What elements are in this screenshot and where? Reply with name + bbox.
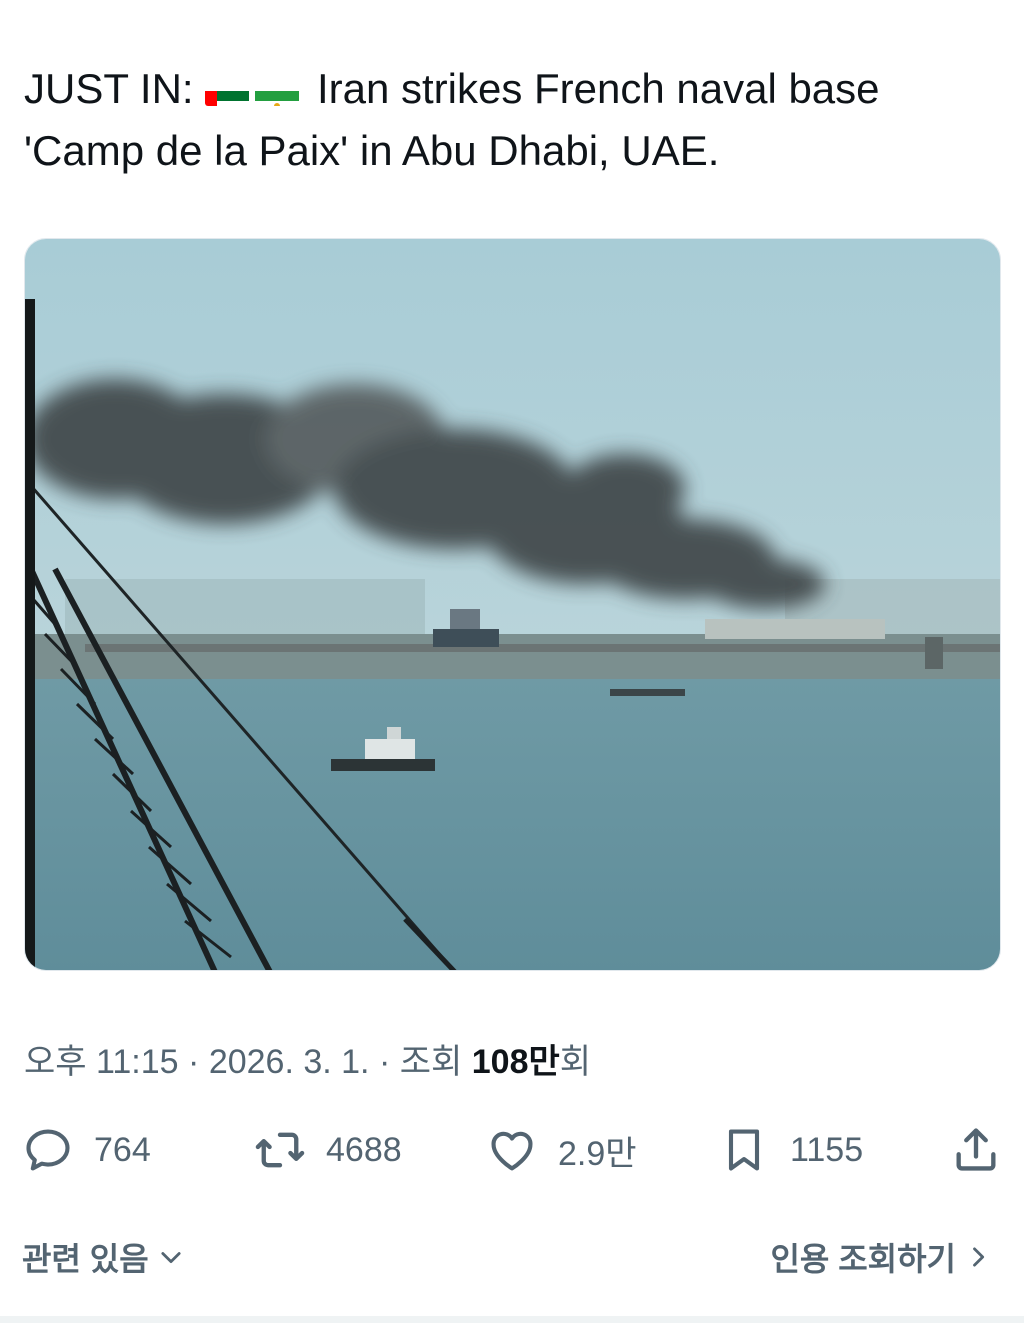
bookmark-icon <box>728 1129 760 1171</box>
post-body-line-1: Iran strikes French naval base <box>316 65 880 112</box>
bookmark-button[interactable]: 1155 <box>718 1118 863 1182</box>
chevron-down-icon <box>161 1252 181 1264</box>
post-line-1: JUST IN: Iran strikes French naval base <box>24 58 984 120</box>
views-count: 108만 <box>471 1043 560 1081</box>
uae-flag-icon <box>205 76 250 106</box>
divider <box>0 1316 1024 1323</box>
heart-icon <box>491 1131 533 1171</box>
views-label: 조회 <box>399 1043 463 1081</box>
post-body-line-2: 'Camp de la Paix' in Abu Dhabi, UAE. <box>24 127 720 174</box>
share-icon <box>956 1128 996 1171</box>
repost-icon <box>255 1132 305 1168</box>
reply-count: 764 <box>94 1130 151 1169</box>
views-suffix: 회 <box>559 1043 592 1081</box>
bookmark-count: 1155 <box>790 1130 864 1169</box>
related-label: 관련 있음 <box>22 1241 149 1277</box>
view-quotes-link[interactable]: 인용 조회하기 <box>770 1234 992 1280</box>
share-button[interactable] <box>950 1118 1022 1182</box>
post-prefix: JUST IN: <box>24 65 194 112</box>
post-photo[interactable] <box>24 238 1001 971</box>
post-date[interactable]: 2026. 3. 1. <box>209 1043 370 1081</box>
reply-button[interactable]: 764 <box>22 1118 151 1182</box>
post-time[interactable]: 오후 11:15 <box>24 1043 179 1081</box>
repost-button[interactable]: 4688 <box>254 1118 402 1182</box>
post-text: JUST IN: Iran strikes French naval base … <box>24 58 984 182</box>
meta-separator: · <box>378 1043 391 1081</box>
chevron-right-icon <box>973 1247 985 1267</box>
related-toggle[interactable]: 관련 있음 <box>22 1234 185 1280</box>
view-quotes-label: 인용 조회하기 <box>770 1241 956 1277</box>
action-bar: 764 4688 2.9만 1155 <box>0 1118 1024 1182</box>
like-count: 2.9만 <box>558 1134 637 1173</box>
post-meta: 오후 11:15 · 2026. 3. 1. · 조회 108만회 <box>24 1034 591 1083</box>
repost-count: 4688 <box>326 1130 402 1169</box>
iran-flag-icon <box>255 76 300 106</box>
like-button[interactable]: 2.9만 <box>486 1118 637 1182</box>
reply-icon <box>26 1129 70 1171</box>
meta-separator: · <box>188 1043 200 1081</box>
